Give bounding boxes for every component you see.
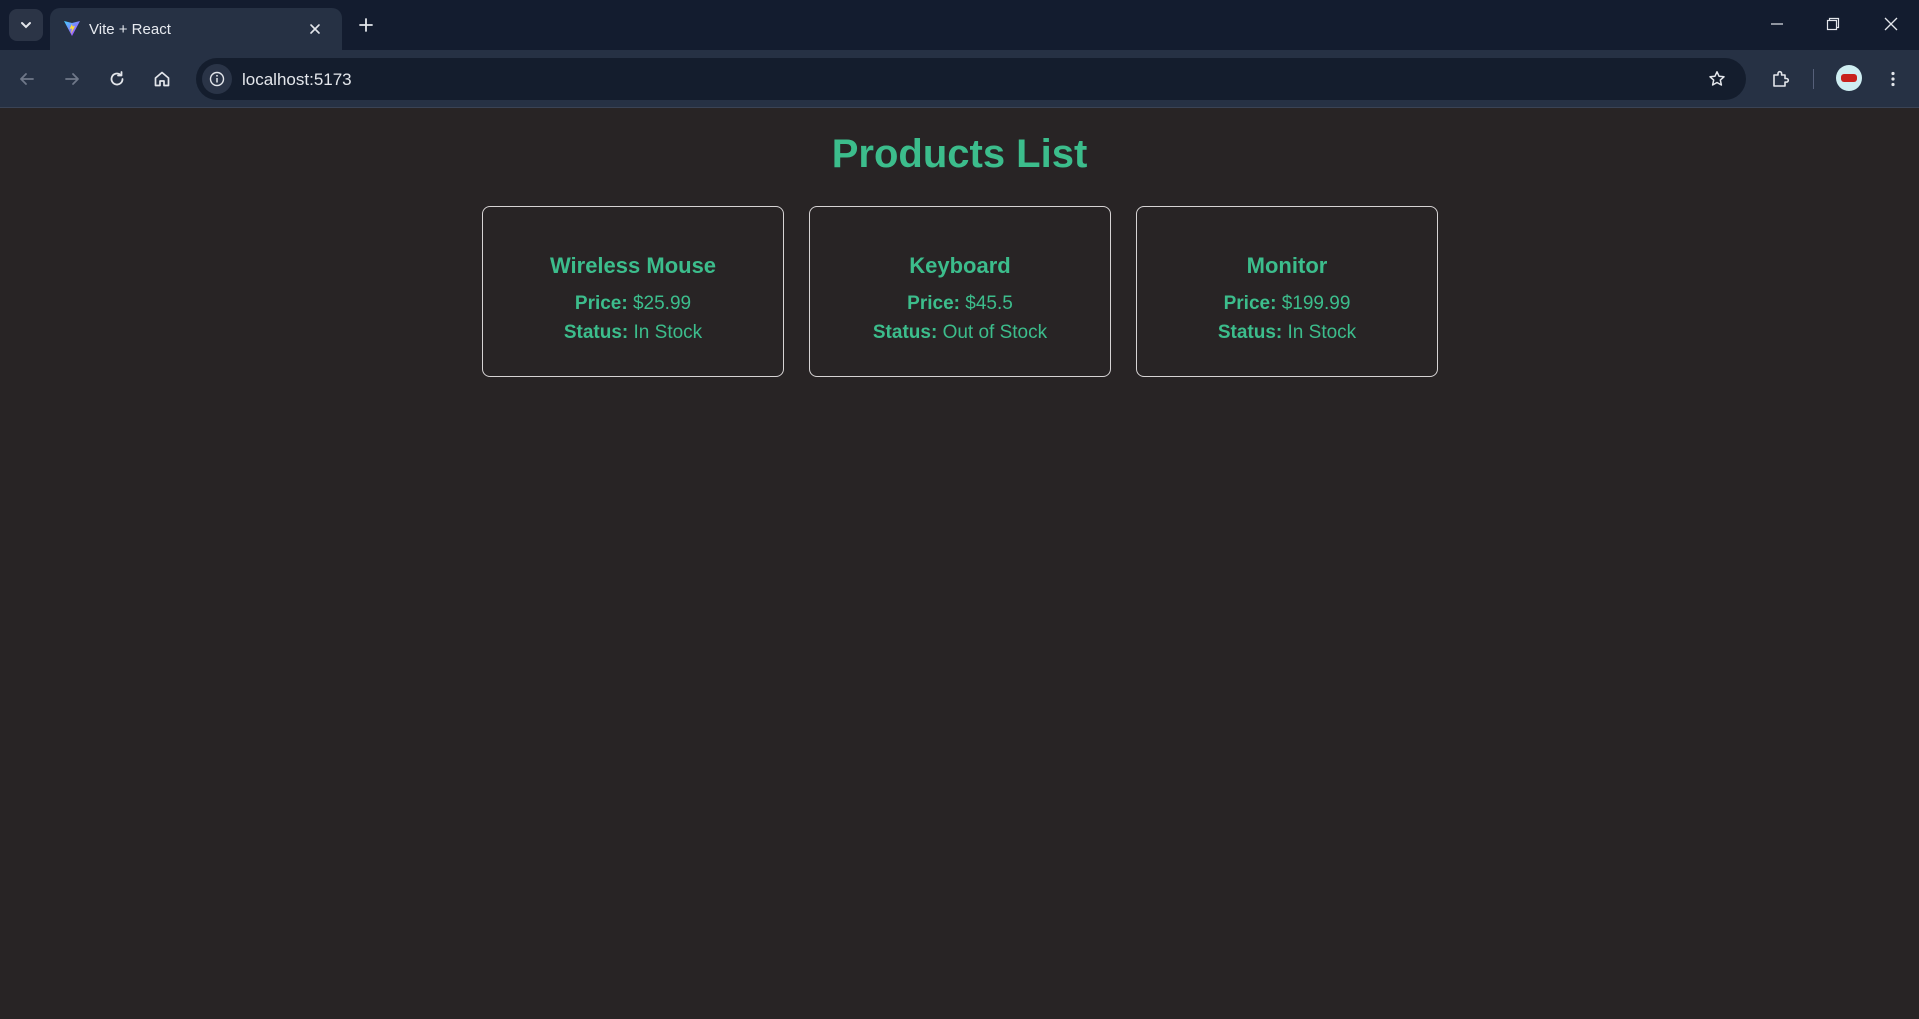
price-label: Price:	[574, 293, 628, 314]
more-vertical-icon	[1891, 71, 1895, 87]
browser-tab-strip: Vite + React	[0, 0, 1919, 50]
url-text[interactable]: localhost:5173	[242, 70, 352, 90]
product-name: Wireless Mouse	[549, 253, 717, 278]
close-window-button[interactable]	[1868, 6, 1914, 42]
product-status: Status: Out of Stock	[810, 322, 1110, 344]
product-name: Keyboard	[909, 253, 1011, 278]
product-card: Monitor Price: $199.99 Status: In Stock	[1136, 206, 1438, 377]
price-label: Price:	[1223, 293, 1277, 314]
restore-icon	[1826, 17, 1840, 31]
minimize-button[interactable]	[1754, 6, 1800, 42]
browser-toolbar: localhost:5173	[0, 50, 1919, 108]
arrow-left-icon	[20, 73, 34, 85]
product-price: Price: $45.5	[810, 293, 1110, 315]
reload-icon	[110, 71, 124, 86]
close-icon	[310, 24, 320, 34]
new-tab-button[interactable]	[352, 11, 380, 39]
bookmark-button[interactable]	[1701, 63, 1733, 95]
product-status: Status: In Stock	[1137, 322, 1437, 344]
site-info-button[interactable]	[202, 64, 232, 94]
price-value: $45.5	[965, 293, 1013, 314]
price-label: Price:	[907, 293, 960, 314]
product-card: Keyboard Price: $45.5 Status: Out of Sto…	[809, 206, 1111, 377]
product-status: Status: In Stock	[483, 322, 783, 344]
product-price: Price: $199.99	[1137, 293, 1437, 315]
plus-icon	[359, 18, 373, 32]
status-value: Out of Stock	[942, 322, 1048, 343]
status-label: Status:	[1217, 322, 1283, 343]
info-icon	[209, 71, 225, 87]
tab-title: Vite + React	[89, 21, 171, 38]
browser-menu-button[interactable]	[1876, 62, 1910, 96]
toolbar-divider	[1813, 69, 1814, 89]
profile-avatar[interactable]	[1836, 65, 1862, 91]
forward-button[interactable]	[55, 62, 89, 96]
close-icon	[1884, 17, 1898, 31]
status-value: In Stock	[1287, 322, 1357, 343]
arrow-right-icon	[65, 73, 79, 85]
status-label: Status:	[563, 322, 629, 343]
home-button[interactable]	[145, 62, 179, 96]
product-list: Wireless Mouse Price: $25.99 Status: In …	[482, 206, 1440, 378]
status-value: In Stock	[633, 322, 703, 343]
minimize-icon	[1771, 23, 1783, 25]
address-bar[interactable]: localhost:5173	[196, 58, 1746, 100]
price-value: $199.99	[1281, 293, 1351, 314]
product-name: Monitor	[1246, 253, 1328, 278]
tab-close-button[interactable]	[303, 17, 327, 41]
reload-button[interactable]	[100, 62, 134, 96]
product-card: Wireless Mouse Price: $25.99 Status: In …	[482, 206, 784, 377]
product-price: Price: $25.99	[483, 293, 783, 315]
puzzle-icon	[1773, 70, 1790, 87]
price-value: $25.99	[632, 293, 692, 314]
back-button[interactable]	[10, 62, 44, 96]
tab-search-button[interactable]	[9, 9, 43, 41]
restore-button[interactable]	[1810, 6, 1856, 42]
extensions-button[interactable]	[1764, 62, 1798, 96]
chevron-down-icon	[21, 22, 31, 29]
page-content: Products List Wireless Mouse Price: $25.…	[0, 109, 1919, 1019]
browser-tab[interactable]: Vite + React	[50, 8, 342, 50]
avatar-image	[1841, 74, 1857, 82]
vite-logo-icon	[64, 21, 80, 36]
home-icon	[154, 71, 170, 87]
status-label: Status:	[872, 322, 938, 343]
star-icon	[1709, 71, 1725, 86]
page-title: Products List	[831, 132, 1088, 176]
